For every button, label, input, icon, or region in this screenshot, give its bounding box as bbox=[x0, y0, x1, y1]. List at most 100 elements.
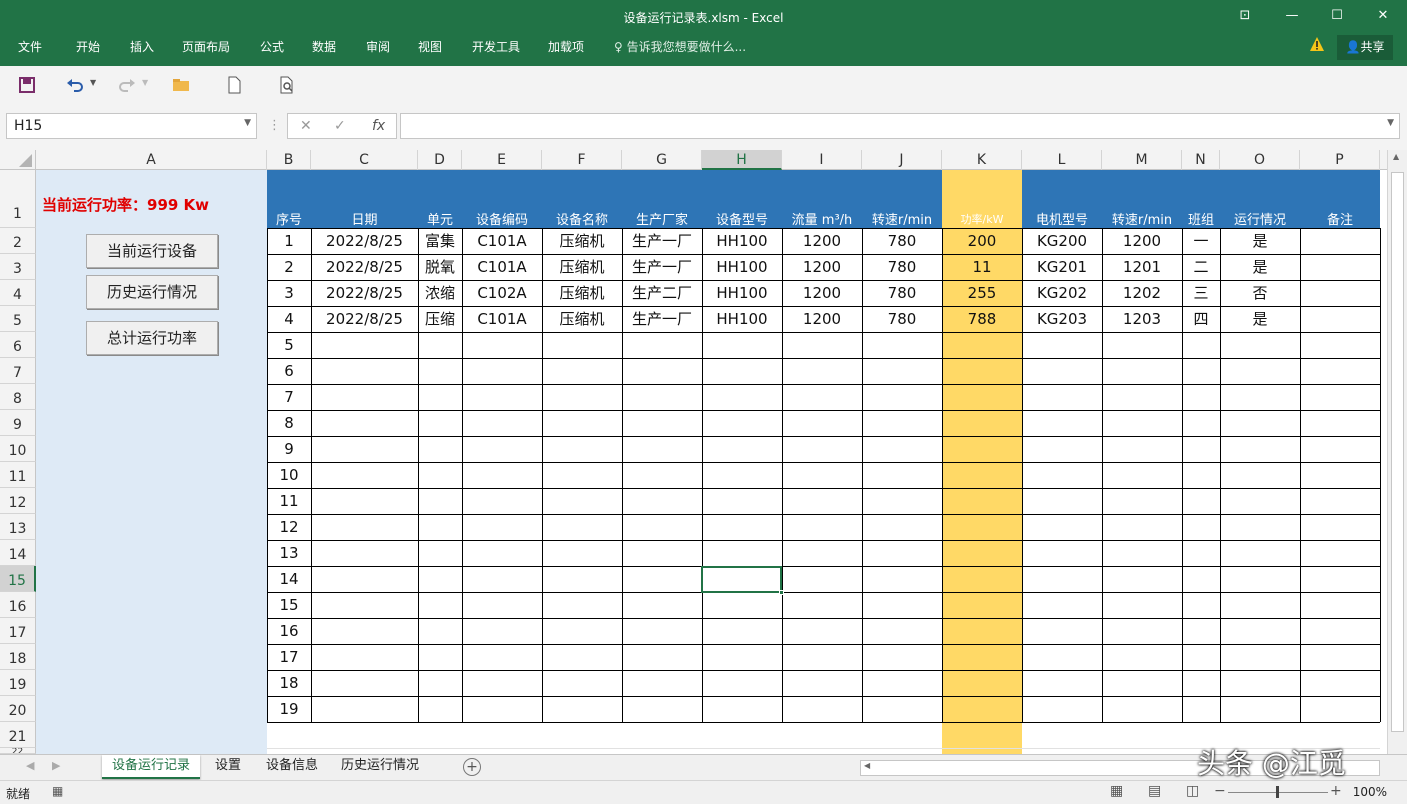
table-cell[interactable]: 二 bbox=[1182, 254, 1220, 280]
chevron-down-icon[interactable]: ▼ bbox=[244, 118, 251, 128]
insert-function-icon[interactable]: fx bbox=[372, 118, 385, 134]
table-cell[interactable]: 780 bbox=[862, 254, 942, 280]
sheet-tab-history[interactable]: 历史运行情况 bbox=[331, 755, 429, 779]
column-header-p[interactable]: P bbox=[1300, 150, 1380, 170]
table-cell[interactable]: KG201 bbox=[1022, 254, 1102, 280]
table-cell[interactable]: 7 bbox=[267, 384, 311, 410]
table-cell[interactable]: 6 bbox=[267, 358, 311, 384]
table-cell[interactable]: 780 bbox=[862, 280, 942, 306]
column-header-j[interactable]: J bbox=[862, 150, 942, 170]
column-header-c[interactable]: C bbox=[311, 150, 418, 170]
enter-check-icon[interactable]: ✓ bbox=[334, 118, 346, 134]
scroll-left-arrow-icon[interactable]: ◀ bbox=[864, 761, 870, 770]
table-cell[interactable]: 11 bbox=[942, 254, 1022, 280]
tab-file[interactable]: 文件 bbox=[18, 38, 42, 55]
column-header-l[interactable]: L bbox=[1022, 150, 1102, 170]
formula-input[interactable]: ▼ bbox=[400, 113, 1400, 139]
table-cell[interactable]: KG203 bbox=[1022, 306, 1102, 332]
column-header-k[interactable]: K bbox=[942, 150, 1022, 170]
page-break-view-icon[interactable]: ◫ bbox=[1186, 783, 1199, 799]
vertical-scrollbar[interactable]: ▲ bbox=[1387, 150, 1407, 754]
tab-formulas[interactable]: 公式 bbox=[260, 38, 284, 55]
table-cell[interactable]: 19 bbox=[267, 696, 311, 722]
scroll-up-icon[interactable]: ▲ bbox=[1393, 152, 1399, 161]
tab-page-layout[interactable]: 页面布局 bbox=[182, 38, 230, 55]
table-cell[interactable]: 1200 bbox=[1102, 228, 1182, 254]
tab-data[interactable]: 数据 bbox=[312, 38, 336, 55]
row-header-9[interactable]: 9 bbox=[0, 410, 36, 436]
table-cell[interactable]: HH100 bbox=[702, 228, 782, 254]
sheet-tab-equipment-log[interactable]: 设备运行记录 bbox=[102, 755, 201, 779]
tab-review[interactable]: 审阅 bbox=[366, 38, 390, 55]
column-header-o[interactable]: O bbox=[1220, 150, 1300, 170]
table-cell[interactable]: 4 bbox=[267, 306, 311, 332]
table-cell[interactable]: 3 bbox=[267, 280, 311, 306]
column-header-h[interactable]: H bbox=[702, 150, 782, 170]
table-cell[interactable]: HH100 bbox=[702, 306, 782, 332]
table-cell[interactable]: 1201 bbox=[1102, 254, 1182, 280]
row-header-3[interactable]: 3 bbox=[0, 254, 36, 280]
table-cell[interactable]: 16 bbox=[267, 618, 311, 644]
tab-home[interactable]: 开始 bbox=[76, 38, 100, 55]
table-cell[interactable]: 12 bbox=[267, 514, 311, 540]
redo-icon[interactable] bbox=[118, 76, 136, 94]
close-button[interactable]: ✕ bbox=[1372, 6, 1394, 26]
row-header-1[interactable]: 1 bbox=[0, 170, 36, 228]
table-cell[interactable]: C101A bbox=[462, 306, 542, 332]
fill-handle[interactable] bbox=[779, 590, 784, 595]
table-cell[interactable]: 255 bbox=[942, 280, 1022, 306]
active-cell-h15[interactable] bbox=[701, 566, 784, 595]
current-equipment-button[interactable]: 当前运行设备 bbox=[86, 234, 218, 268]
table-cell[interactable]: 压缩机 bbox=[542, 254, 622, 280]
column-header-n[interactable]: N bbox=[1182, 150, 1220, 170]
column-header-b[interactable]: B bbox=[267, 150, 311, 170]
table-cell[interactable]: HH100 bbox=[702, 254, 782, 280]
redo-dropdown-icon[interactable]: ▼ bbox=[142, 78, 148, 87]
row-header-14[interactable]: 14 bbox=[0, 540, 36, 566]
normal-view-icon[interactable]: ▦ bbox=[1110, 783, 1123, 799]
table-cell[interactable] bbox=[1300, 306, 1380, 332]
row-header-2[interactable]: 2 bbox=[0, 228, 36, 254]
row-header-16[interactable]: 16 bbox=[0, 592, 36, 618]
row-header-8[interactable]: 8 bbox=[0, 384, 36, 410]
table-cell[interactable]: 2 bbox=[267, 254, 311, 280]
table-cell[interactable]: 18 bbox=[267, 670, 311, 696]
table-cell[interactable]: 2022/8/25 bbox=[311, 280, 418, 306]
new-document-icon[interactable] bbox=[225, 76, 243, 94]
table-cell[interactable]: 11 bbox=[267, 488, 311, 514]
zoom-level[interactable]: 100% bbox=[1353, 785, 1387, 799]
column-header-m[interactable]: M bbox=[1102, 150, 1182, 170]
column-header-d[interactable]: D bbox=[418, 150, 462, 170]
table-cell[interactable]: 2022/8/25 bbox=[311, 306, 418, 332]
table-cell[interactable]: 2022/8/25 bbox=[311, 228, 418, 254]
table-cell[interactable]: 压缩机 bbox=[542, 228, 622, 254]
row-header-18[interactable]: 18 bbox=[0, 644, 36, 670]
table-cell[interactable]: 9 bbox=[267, 436, 311, 462]
row-header-6[interactable]: 6 bbox=[0, 332, 36, 358]
table-cell[interactable]: 压缩机 bbox=[542, 280, 622, 306]
table-cell[interactable]: 13 bbox=[267, 540, 311, 566]
scroll-left-icon[interactable]: ◀ bbox=[26, 759, 34, 772]
minimize-button[interactable]: — bbox=[1281, 6, 1303, 26]
row-header-15[interactable]: 15 bbox=[0, 566, 36, 592]
row-header-12[interactable]: 12 bbox=[0, 488, 36, 514]
zoom-out-icon[interactable]: − bbox=[1214, 783, 1226, 799]
column-header-a[interactable]: A bbox=[36, 150, 267, 170]
sheet-tab-equipment-info[interactable]: 设备信息 bbox=[256, 755, 328, 779]
table-cell[interactable]: C101A bbox=[462, 254, 542, 280]
page-layout-view-icon[interactable]: ▤ bbox=[1148, 783, 1161, 799]
table-cell[interactable]: 780 bbox=[862, 306, 942, 332]
table-cell[interactable]: 否 bbox=[1220, 280, 1300, 306]
table-cell[interactable]: 一 bbox=[1182, 228, 1220, 254]
table-cell[interactable]: 10 bbox=[267, 462, 311, 488]
tell-me-search[interactable]: ♀ 告诉我您想要做什么... bbox=[614, 38, 746, 55]
expand-formula-bar-icon[interactable]: ▼ bbox=[1387, 118, 1394, 128]
open-folder-icon[interactable] bbox=[172, 76, 190, 94]
table-cell[interactable]: 1203 bbox=[1102, 306, 1182, 332]
table-cell[interactable]: 三 bbox=[1182, 280, 1220, 306]
name-box[interactable]: H15 ▼ bbox=[6, 113, 257, 139]
total-power-button[interactable]: 总计运行功率 bbox=[86, 321, 218, 355]
cancel-icon[interactable]: ✕ bbox=[300, 118, 312, 134]
table-cell[interactable]: 2022/8/25 bbox=[311, 254, 418, 280]
save-icon[interactable] bbox=[18, 76, 36, 94]
